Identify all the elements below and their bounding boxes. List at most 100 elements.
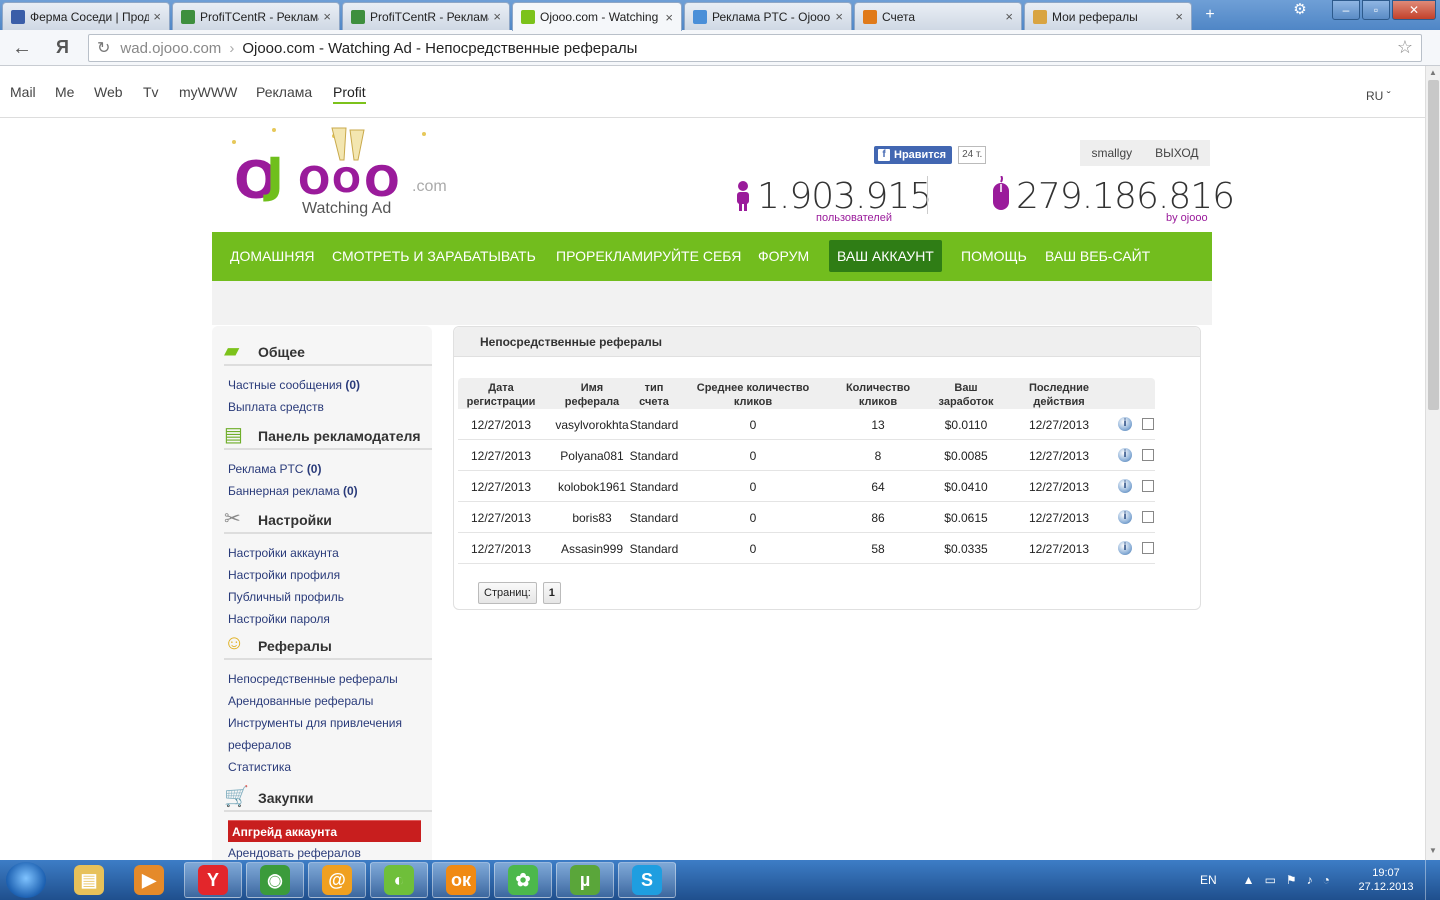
column-header[interactable]: Последние действия — [1019, 381, 1099, 409]
browser-tab[interactable]: Счета × — [854, 2, 1022, 30]
referral-info-icon[interactable]: i — [1118, 541, 1132, 555]
browser-tab[interactable]: Ферма Соседи | Прод × — [2, 2, 170, 30]
sidebar-link[interactable]: Инструменты для привлечения — [228, 716, 402, 730]
cell-name[interactable]: Assasin999 — [552, 542, 632, 556]
sidebar-link[interactable]: Арендованные рефералы — [228, 694, 373, 708]
sidebar-link[interactable]: Баннерная реклама (0) — [228, 484, 358, 498]
column-header[interactable]: Имя реферала — [552, 381, 632, 409]
language-selector[interactable]: RU ˇ — [1366, 89, 1391, 103]
sidebar-link[interactable]: Настройки профиля — [228, 568, 340, 582]
start-button[interactable] — [6, 862, 46, 898]
main-menu-item[interactable]: ПРОРЕКЛАМИРУЙТЕ СЕБЯ — [556, 248, 741, 264]
browser-tab[interactable]: Реклама PTC - Ojooo × — [684, 2, 852, 30]
sidebar-link[interactable]: Выплата средств — [228, 400, 324, 414]
main-menu-item[interactable]: ВАШ ВЕБ-САЙТ — [1045, 248, 1150, 264]
page-scrollbar[interactable]: ▲ ▼ — [1425, 66, 1440, 860]
tab-close-icon[interactable]: × — [665, 10, 673, 25]
taskbar-app-mail-agent[interactable]: @ — [308, 862, 366, 898]
column-header[interactable]: Среднее количество кликов — [683, 381, 823, 409]
column-header[interactable]: Дата регистрации — [458, 381, 544, 409]
sidebar-link[interactable]: Непосредственные рефералы — [228, 672, 398, 686]
column-header[interactable]: Ваш заработок — [931, 381, 1001, 409]
taskbar-app-chrome[interactable]: ◉ — [246, 862, 304, 898]
row-select-checkbox[interactable] — [1142, 511, 1154, 523]
tray-expand-icon[interactable]: ▲ — [1243, 873, 1255, 887]
referral-info-icon[interactable]: i — [1118, 448, 1132, 462]
sidebar-link[interactable]: Частные сообщения (0) — [228, 378, 360, 392]
row-select-checkbox[interactable] — [1142, 418, 1154, 430]
main-menu-item[interactable]: ДОМАШНЯЯ — [230, 248, 315, 264]
sidebar-link[interactable]: Арендовать рефералов — [228, 846, 361, 860]
topnav-item[interactable]: myWWW — [179, 84, 237, 100]
referral-info-icon[interactable]: i — [1118, 417, 1132, 431]
ojooo-logo[interactable]: O J O O O .com Watching Ad — [214, 122, 454, 222]
taskbar-app-yandex-browser[interactable]: Y — [184, 862, 242, 898]
referral-info-icon[interactable]: i — [1118, 479, 1132, 493]
network-icon[interactable]: ◔ — [1323, 873, 1330, 887]
sidebar-link[interactable]: Апгрейд аккаунта — [228, 820, 421, 842]
browser-tab[interactable]: Ojooo.com - Watching × — [512, 2, 682, 31]
show-desktop-button[interactable] — [1425, 860, 1440, 900]
scroll-down-arrow-icon[interactable]: ▼ — [1429, 846, 1437, 855]
browser-tab[interactable]: Мои рефералы × — [1024, 2, 1192, 30]
facebook-like-button[interactable]: f Нравится — [874, 146, 953, 164]
page-1-button[interactable]: 1 — [542, 582, 561, 604]
topnav-item[interactable]: Me — [55, 84, 74, 100]
close-window-button[interactable]: ✕ — [1392, 0, 1436, 20]
tab-close-icon[interactable]: × — [1005, 9, 1013, 24]
sidebar-link[interactable]: Статистика — [228, 760, 291, 774]
topnav-item[interactable]: Profit — [333, 84, 366, 104]
topnav-item[interactable]: Реклама — [256, 84, 312, 100]
tab-close-icon[interactable]: × — [835, 9, 843, 24]
username-link[interactable]: smallgy — [1091, 146, 1132, 160]
back-arrow-icon[interactable]: ← — [12, 37, 32, 60]
main-menu-item[interactable]: СМОТРЕТЬ И ЗАРАБАТЫВАТЬ — [332, 248, 536, 264]
row-select-checkbox[interactable] — [1142, 449, 1154, 461]
topnav-item[interactable]: Web — [94, 84, 123, 100]
browser-tab[interactable]: ProfiTCentR - Реклама × — [172, 2, 340, 30]
taskbar-app-media-player[interactable]: ▶ — [120, 862, 178, 898]
scroll-up-arrow-icon[interactable]: ▲ — [1429, 68, 1437, 77]
volume-icon[interactable]: ♪ — [1307, 873, 1313, 887]
sidebar-link[interactable]: Публичный профиль — [228, 590, 344, 604]
tray-flag-icon[interactable]: ⚑ — [1286, 873, 1297, 887]
cell-name[interactable]: kolobok1961 — [552, 480, 632, 494]
sidebar-link[interactable]: рефералов — [228, 738, 291, 752]
sidebar-link[interactable]: Реклама PTC (0) — [228, 462, 321, 476]
system-clock[interactable]: 19:07 27.12.2013 — [1356, 866, 1416, 894]
new-tab-button[interactable]: + — [1198, 6, 1222, 24]
sidebar-link[interactable]: Настройки аккаунта — [228, 546, 339, 560]
facebook-like-widget[interactable]: f Нравится 24 т. — [874, 146, 987, 164]
taskbar-app-game[interactable]: ◐ — [370, 862, 428, 898]
reload-icon[interactable]: ↻ — [97, 38, 110, 58]
cell-name[interactable]: boris83 — [552, 511, 632, 525]
url-input[interactable]: ↻ wad.ojooo.com › Ojooo.com - Watching A… — [88, 34, 1422, 62]
tab-close-icon[interactable]: × — [323, 9, 331, 24]
taskbar-app-explorer[interactable]: ▤ — [60, 862, 118, 898]
sidebar-link[interactable]: Настройки пароля — [228, 612, 330, 626]
column-header[interactable]: тип счета — [629, 381, 679, 409]
topnav-item[interactable]: Tv — [143, 84, 159, 100]
topnav-item[interactable]: Mail — [10, 84, 36, 100]
tab-close-icon[interactable]: × — [1175, 9, 1183, 24]
taskbar-app-icq[interactable]: ✿ — [494, 862, 552, 898]
row-select-checkbox[interactable] — [1142, 480, 1154, 492]
yandex-button[interactable]: Я — [56, 37, 69, 58]
browser-tab[interactable]: ProfiTCentR - Реклама × — [342, 2, 510, 30]
main-menu-item[interactable]: ФОРУМ — [758, 248, 809, 264]
row-select-checkbox[interactable] — [1142, 542, 1154, 554]
settings-gear-icon[interactable]: ⚙ — [1286, 0, 1314, 20]
cell-name[interactable]: Polyana081 — [552, 449, 632, 463]
scrollbar-thumb[interactable] — [1428, 80, 1439, 410]
main-menu-item[interactable]: ВАШ АККАУНТ — [829, 240, 942, 272]
main-menu-item[interactable]: ПОМОЩЬ — [961, 248, 1027, 264]
input-language[interactable]: EN — [1200, 873, 1217, 887]
maximize-button[interactable]: ▫ — [1362, 0, 1390, 20]
taskbar-app-skype[interactable]: S — [618, 862, 676, 898]
column-header[interactable]: Количество кликов — [838, 381, 918, 409]
referral-info-icon[interactable]: i — [1118, 510, 1132, 524]
taskbar-app-odnoklassniki[interactable]: ок — [432, 862, 490, 898]
logout-link[interactable]: ВЫХОД — [1155, 146, 1198, 160]
tab-close-icon[interactable]: × — [493, 9, 501, 24]
bookmark-star-icon[interactable]: ☆ — [1397, 37, 1413, 58]
